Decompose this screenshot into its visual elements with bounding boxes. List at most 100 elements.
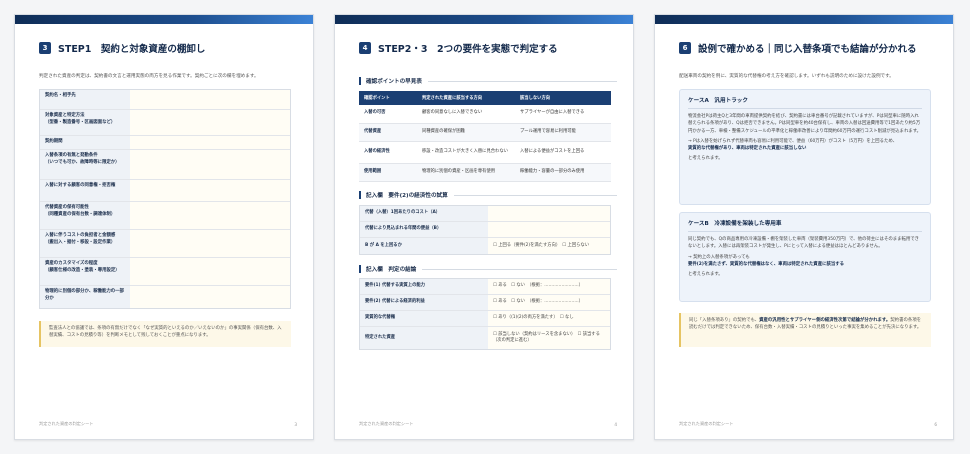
table-header-cell: 判定された資産に該当する方向 bbox=[417, 91, 515, 105]
case-b-title: ケースB 冷凍設備を架装した専用車 bbox=[688, 219, 922, 232]
page-number: 4 bbox=[614, 422, 617, 427]
form-row-input[interactable] bbox=[130, 180, 290, 201]
page-header-bar bbox=[655, 15, 953, 24]
case-b-arrow: → 契約上の入替条項があっても bbox=[688, 254, 750, 260]
footer-title: 判定された資産の判定シート bbox=[679, 421, 734, 426]
case-a-arrow: → Pは入替を妨げられず代替車両も容易に利用可能で、便益（60万円）がコスト（5… bbox=[688, 138, 898, 144]
form-row-input[interactable]: ☐ 該当しない（契約はリースを含まない） ☐ 該当する（次の判定に進む） bbox=[488, 327, 610, 349]
page-number: 6 bbox=[934, 422, 937, 427]
case-b-card: ケースB 冷凍設備を架装した専用車 同じ契約でも、Qの商品専用の冷凍設備・棚を架… bbox=[679, 212, 931, 302]
page-number: 3 bbox=[294, 422, 297, 427]
form-row-input[interactable] bbox=[130, 258, 290, 285]
section-intro: 判定された資産の判定は、契約書の文言と運用実態の両方を見る作業です。契約ごとに次… bbox=[39, 74, 259, 79]
section-number-badge: 3 bbox=[39, 42, 51, 54]
form-row: 入替に伴うコストの負担者と金額感 （搬出入・据付・移設・設定作業） bbox=[40, 230, 290, 258]
note-emphasis: 資産の汎用性とサプライヤー側の経済性次第で結論が分かれます。 bbox=[759, 318, 891, 323]
subheading-text: 記入欄 判定の結論 bbox=[366, 267, 417, 273]
subheading-conclusion: 記入欄 判定の結論 bbox=[359, 265, 617, 273]
form-row-input[interactable]: ☐ 上回る（要件(2)を満たす方向） ☐ 上回らない bbox=[488, 238, 610, 254]
form-row-label: 代替資産の保有可能性 （同種資産の保有台数・調達体制） bbox=[40, 202, 130, 229]
form-row-label: 物理的に別個の部分か、稼働能力の一部分か bbox=[40, 286, 130, 308]
footer-title: 判定された資産の判定シート bbox=[359, 421, 414, 426]
table-cell: 入替の経済性 bbox=[359, 141, 417, 164]
page-header-bar bbox=[15, 15, 313, 24]
case-a-tail: と考えられます。 bbox=[688, 156, 723, 162]
form-row: 対象資産と特定方法 （型番・製造番号・区画図面など） bbox=[40, 110, 290, 136]
form-row-input[interactable] bbox=[130, 136, 290, 149]
form-row-label: 代替により見込まれる年間の便益（B） bbox=[360, 222, 488, 237]
page-header-bar bbox=[335, 15, 633, 24]
note-box: 同じ「入替条項あり」の契約でも、資産の汎用性とサプライヤー側の経済性次第で結論が… bbox=[679, 313, 931, 347]
form-row: 契約名・相手先 bbox=[40, 90, 290, 110]
table-cell: 同種資産の確保が困難 bbox=[417, 123, 515, 142]
form-row: 要件(2) 代替による経済的利益 ☐ ある ☐ ない （根拠：……………………） bbox=[360, 295, 610, 311]
form-row-label: 代替（入替）1回あたりのコスト（A） bbox=[360, 206, 488, 221]
conclusion-form: 要件(1) 代替する実質上の能力 ☐ ある ☐ ない （根拠：……………………）要… bbox=[359, 278, 611, 350]
form-row-label: 入替に伴うコストの負担者と金額感 （搬出入・据付・移設・設定作業） bbox=[40, 230, 130, 257]
form-row: 入替条項の有無と発動条件 （いつでも可か、故障時等に限定か） bbox=[40, 150, 290, 180]
section-intro: 配送車両の契約を例に、実質的な代替権の考え方を確認します。いずれも説明のために設… bbox=[679, 74, 894, 79]
form-row: 物理的に別個の部分か、稼働能力の一部分か bbox=[40, 286, 290, 308]
form-row-input[interactable] bbox=[130, 110, 290, 135]
form-row: 実質的な代替権 ☐ あり（(1)(2)の両方を満たす） ☐ なし bbox=[360, 311, 610, 327]
economics-form: 代替（入替）1回あたりのコスト（A） 代替により見込まれる年間の便益（B） B が … bbox=[359, 205, 611, 255]
form-row-label: 入替条項の有無と発動条件 （いつでも可か、故障時等に限定か） bbox=[40, 150, 130, 179]
section-title: STEP2・3 2つの要件を実態で判定する bbox=[378, 44, 558, 55]
form-row-input[interactable] bbox=[488, 222, 610, 237]
form-row-input[interactable]: ☐ ある ☐ ない （根拠：……………………） bbox=[488, 295, 610, 310]
form-row-label: 要件(2) 代替による経済的利益 bbox=[360, 295, 488, 310]
form-row: 代替（入替）1回あたりのコスト（A） bbox=[360, 206, 610, 222]
form-row-input[interactable] bbox=[488, 206, 610, 221]
table-row: 代替資産 同種資産の確保が困難 プール運用で容易に利用可能 bbox=[359, 123, 611, 142]
table-row: 入替の可否 顧客の同意なしに入替できない サプライヤーが自由に入替できる bbox=[359, 105, 611, 124]
form-row-input[interactable] bbox=[130, 150, 290, 179]
table-header-cell: 該当しない方向 bbox=[515, 91, 611, 105]
form-row: 代替により見込まれる年間の便益（B） bbox=[360, 222, 610, 238]
form-row-input[interactable] bbox=[130, 90, 290, 109]
form-row-label: 契約期間 bbox=[40, 136, 130, 149]
table-cell: 使用範囲 bbox=[359, 163, 417, 182]
table-header-row: 確認ポイント 判定された資産に該当する方向 該当しない方向 bbox=[359, 91, 611, 105]
section-heading: 3 STEP1 契約と対象資産の棚卸し bbox=[39, 41, 297, 55]
subheading-checkpoints: 確認ポイントの早見表 bbox=[359, 77, 617, 85]
case-a-conclusion: 実質的な代替権があり、車両は特定された資産に該当しない bbox=[688, 146, 807, 152]
form-row-input[interactable] bbox=[130, 202, 290, 229]
form-row-label: 資産のカスタマイズの程度 （顧客仕様の改造・塗装・専用設定） bbox=[40, 258, 130, 285]
case-b-tail: と考えられます。 bbox=[688, 272, 723, 278]
form-row-label: B が A を上回るか bbox=[360, 238, 488, 254]
subheading-economics: 記入欄 要件(2)の経済性の試算 bbox=[359, 191, 617, 199]
form-row-input[interactable]: ☐ ある ☐ ない （根拠：……………………） bbox=[488, 279, 610, 294]
form-row-label: 対象資産と特定方法 （型番・製造番号・区画図面など） bbox=[40, 110, 130, 135]
form-row: 契約期間 bbox=[40, 136, 290, 150]
form-row: 資産のカスタマイズの程度 （顧客仕様の改造・塗装・専用設定） bbox=[40, 258, 290, 286]
table-cell: 稼働能力・容量の一部分のみ使用 bbox=[515, 163, 611, 182]
table-cell: プール運用で容易に利用可能 bbox=[515, 123, 611, 142]
form-row-label: 特定された資産 bbox=[360, 327, 488, 349]
form-row: B が A を上回るか ☐ 上回る（要件(2)を満たす方向） ☐ 上回らない bbox=[360, 238, 610, 254]
form-row-label: 要件(1) 代替する実質上の能力 bbox=[360, 279, 488, 294]
page-step1: 3 STEP1 契約と対象資産の棚卸し 判定された資産の判定は、契約書の文言と運… bbox=[14, 14, 314, 440]
table-cell: 移設・改造コストが大きく入替に見合わない bbox=[417, 141, 515, 164]
note-text: 同じ「入替条項あり」の契約でも、 bbox=[689, 318, 760, 323]
form-row-label: 入替に対する顧客の同意権・拒否権 bbox=[40, 180, 130, 201]
form-row: 特定された資産 ☐ 該当しない（契約はリースを含まない） ☐ 該当する（次の判定に… bbox=[360, 327, 610, 349]
case-a-card: ケースA 汎用トラック 物流会社Pは荷主Qと3年間の車両提供契約を結び、契約書に… bbox=[679, 89, 931, 205]
case-b-conclusion: 要件(2)を満たさず、実質的な代替権はなく、車両は特定された資産に該当する bbox=[688, 261, 845, 267]
form-row-input[interactable] bbox=[130, 230, 290, 257]
checkpoint-table: 確認ポイント 判定された資産に該当する方向 該当しない方向 入替の可否 顧客の同意なし… bbox=[359, 91, 611, 182]
case-a-title: ケースA 汎用トラック bbox=[688, 96, 922, 109]
form-row-input[interactable]: ☐ あり（(1)(2)の両方を満たす） ☐ なし bbox=[488, 311, 610, 326]
section-number-badge: 4 bbox=[359, 42, 371, 54]
table-cell: サプライヤーが自由に入替できる bbox=[515, 105, 611, 124]
section-title: 設例で確かめる｜同じ入替条項でも結論が分かれる bbox=[698, 44, 917, 55]
form-row: 要件(1) 代替する実質上の能力 ☐ ある ☐ ない （根拠：……………………） bbox=[360, 279, 610, 295]
form-row-label: 実質的な代替権 bbox=[360, 311, 488, 326]
section-number-badge: 6 bbox=[679, 42, 691, 54]
page-step2-3: 4 STEP2・3 2つの要件を実態で判定する 確認ポイントの早見表 確認ポイン… bbox=[334, 14, 634, 440]
subheading-text: 記入欄 要件(2)の経済性の試算 bbox=[366, 193, 448, 199]
case-b-body: 同じ契約でも、Qの商品専用の冷凍設備・棚を架装した車両（架装費用350万円）で、… bbox=[688, 237, 920, 250]
section-heading: 4 STEP2・3 2つの要件を実態で判定する bbox=[359, 41, 617, 55]
form-row-input[interactable] bbox=[130, 286, 290, 308]
footer-title: 判定された資産の判定シート bbox=[39, 421, 94, 426]
note-box: 監査法人との協議では、条項の有無だけでなく「なぜ実質的といえるのか／いえないのか… bbox=[39, 321, 291, 347]
